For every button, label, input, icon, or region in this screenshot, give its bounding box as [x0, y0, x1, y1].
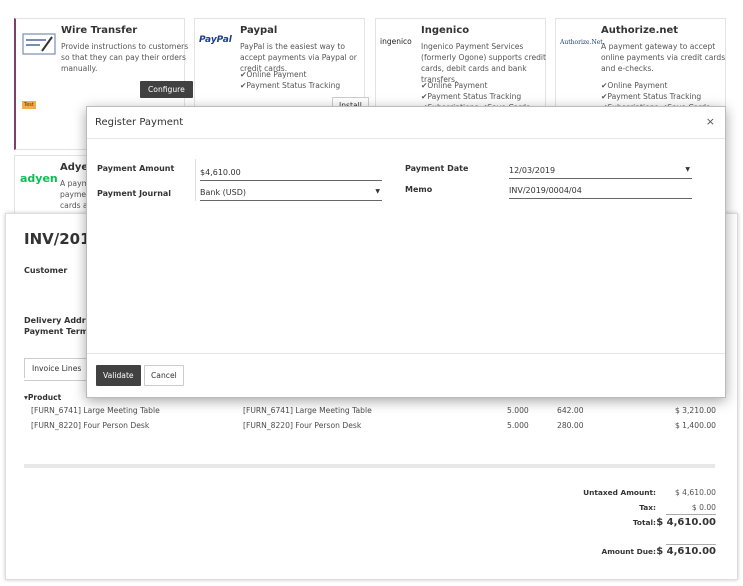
tax-value: $ 0.00 — [691, 503, 716, 512]
feature-online-payment: ✔Online Payment — [601, 81, 668, 90]
column-header-product[interactable]: ▾Product — [24, 393, 61, 402]
total-value: $ 4,610.00 — [656, 517, 716, 528]
line-unit-price[interactable]: 642.00 — [557, 406, 584, 415]
acquirer-card-authorize: Authorize.Net Authorize.net A payment ga… — [555, 18, 726, 114]
column-header-product-label: Product — [27, 393, 62, 402]
payment-journal-value: Bank (USD) — [200, 188, 246, 197]
amount-due-value: $ 4,610.00 — [656, 546, 716, 557]
payment-date-input[interactable]: 12/03/2019 ▼ — [509, 163, 692, 179]
acquirer-card-ingenico: ingenico Ingenico Ingenico Payment Servi… — [375, 18, 546, 114]
validate-button[interactable]: Validate — [96, 365, 141, 386]
untaxed-amount-label: Untaxed Amount: — [583, 488, 656, 497]
amount-due-label: Amount Due: — [601, 547, 657, 556]
acquirer-description: Ingenico Payment Services (formerly Ogon… — [421, 42, 547, 84]
caret-down-icon: ▼ — [375, 188, 380, 195]
feature-status-tracking: ✔Payment Status Tracking — [421, 92, 522, 101]
payment-journal-label: Payment Journal — [97, 189, 172, 198]
adyen-logo: adyen — [20, 172, 58, 185]
feature-status-tracking: ✔Payment Status Tracking — [240, 81, 341, 90]
dialog-header: Register Payment × — [87, 107, 725, 139]
line-label[interactable]: [FURN_6741] Large Meeting Table — [243, 406, 372, 415]
feature-online-payment: ✔Online Payment — [421, 81, 488, 90]
authorize-logo: Authorize.Net — [560, 39, 603, 46]
acquirer-card-paypal: PayPal Paypal PayPal is the easiest way … — [194, 18, 369, 114]
acquirer-description: A payment gateway to accept online payme… — [601, 42, 726, 73]
register-payment-dialog: Register Payment × Payment Amount $4,610… — [86, 106, 726, 398]
ingenico-logo: ingenico — [380, 37, 412, 46]
acquirer-name: Ingenico — [421, 25, 470, 36]
payment-journal-select[interactable]: Bank (USD) ▼ — [200, 185, 382, 201]
amount-due-divider — [666, 544, 716, 545]
feature-status-tracking: ✔Payment Status Tracking — [601, 92, 702, 101]
payment-amount-label: Payment Amount — [97, 164, 175, 173]
line-label[interactable]: [FURN_8220] Four Person Desk — [243, 421, 361, 430]
close-icon[interactable]: × — [706, 115, 715, 128]
line-product[interactable]: [FURN_8220] Four Person Desk — [31, 421, 149, 430]
untaxed-amount-value: $ 4,610.00 — [674, 488, 716, 497]
cancel-button[interactable]: Cancel — [144, 365, 184, 386]
dialog-footer — [87, 353, 725, 354]
configure-button[interactable]: Configure — [140, 81, 193, 98]
payment-date-value: 12/03/2019 — [509, 166, 556, 175]
tab-invoice-lines[interactable]: Invoice Lines — [24, 358, 90, 378]
acquirer-name: Wire Transfer — [61, 25, 138, 36]
line-quantity[interactable]: 5.000 — [507, 421, 529, 430]
total-label: Total: — [632, 518, 656, 527]
paypal-logo: PayPal — [199, 35, 232, 45]
line-quantity[interactable]: 5.000 — [507, 406, 529, 415]
test-badge: Test — [22, 101, 36, 109]
total-divider — [666, 514, 716, 515]
acquirer-name: Authorize.net — [601, 25, 679, 36]
feature-online-payment: ✔Online Payment — [240, 70, 307, 79]
acquirer-name: Paypal — [240, 25, 278, 36]
line-product[interactable]: [FURN_6741] Large Meeting Table — [31, 406, 160, 415]
line-unit-price[interactable]: 280.00 — [557, 421, 584, 430]
memo-label: Memo — [405, 185, 433, 194]
payment-terms-label: Payment Terms — [24, 327, 93, 336]
customer-label: Customer — [24, 266, 68, 275]
wire-transfer-icon — [22, 33, 56, 55]
field-divider — [195, 159, 196, 201]
memo-input[interactable]: INV/2019/0004/04 — [509, 183, 692, 199]
caret-down-icon: ▼ — [685, 166, 690, 173]
lines-footer-bar — [24, 464, 715, 468]
tax-label: Tax: — [639, 503, 656, 512]
line-subtotal: $ 3,210.00 — [674, 406, 716, 415]
dialog-title: Register Payment — [95, 117, 184, 128]
acquirer-description: Provide instructions to customers so tha… — [61, 42, 189, 73]
payment-amount-input[interactable]: $4,610.00 — [200, 165, 382, 181]
payment-date-label: Payment Date — [405, 164, 469, 173]
line-subtotal: $ 1,400.00 — [674, 421, 716, 430]
